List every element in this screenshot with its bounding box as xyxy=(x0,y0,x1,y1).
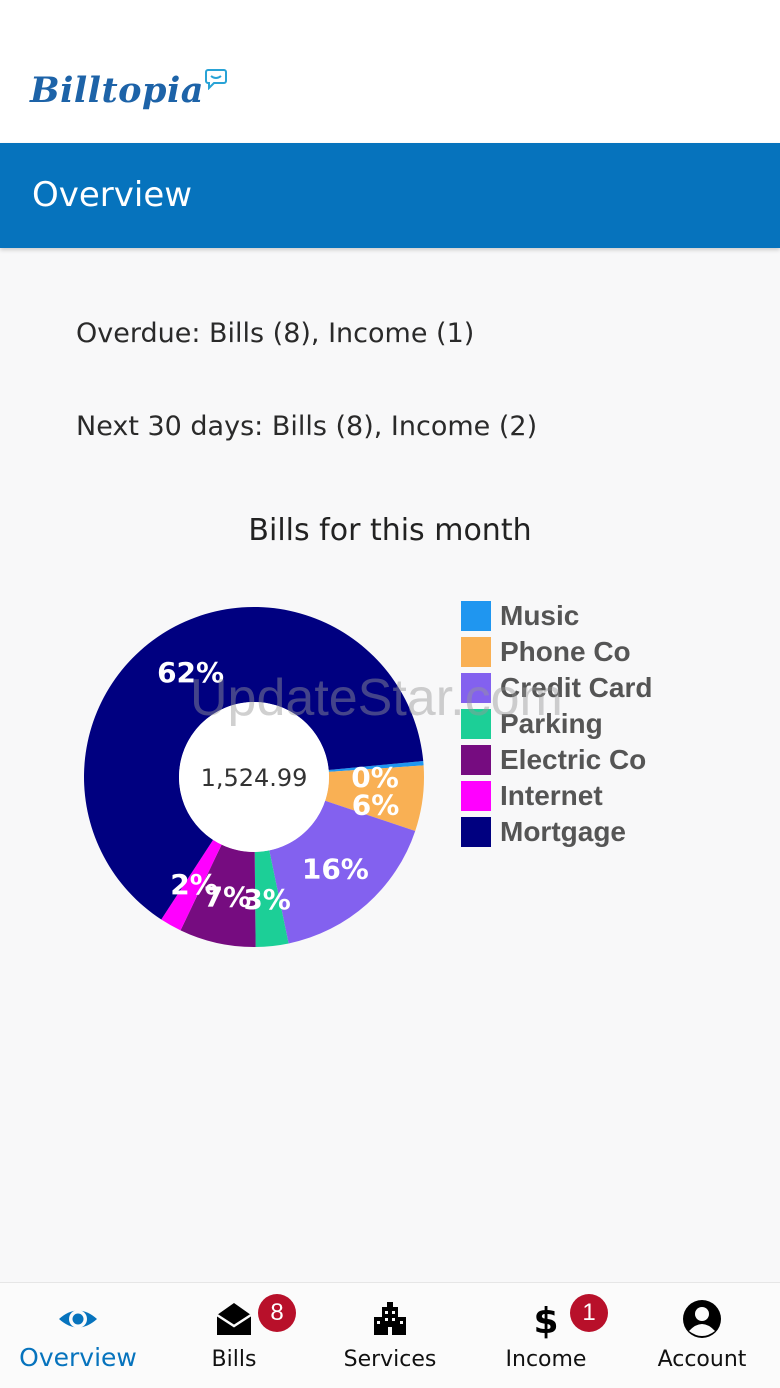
legend-label: Electric Co xyxy=(500,744,647,775)
chart-legend: Music Phone Co Credit Card Parking Electric … xyxy=(461,598,652,850)
nav-services[interactable]: Services xyxy=(312,1283,468,1388)
legend-item[interactable]: Parking xyxy=(461,706,652,742)
legend-label: Parking xyxy=(500,708,603,739)
slice-label: 62% xyxy=(157,656,224,689)
app-logo-text: Billtopia xyxy=(30,70,204,111)
legend-label: Credit Card xyxy=(500,672,653,703)
nav-label: Services xyxy=(343,1347,437,1372)
nav-label: Overview xyxy=(19,1343,137,1372)
nav-bills[interactable]: 8 Bills xyxy=(156,1283,312,1388)
slice-label: 6% xyxy=(352,789,400,822)
legend-swatch xyxy=(461,817,491,847)
legend-swatch xyxy=(461,745,491,775)
bills-donut-chart[interactable]: 1,524.99 0%6%16%3%7%2%62% xyxy=(70,592,440,962)
legend-label: Internet xyxy=(500,780,603,811)
legend-label: Mortgage xyxy=(500,816,626,847)
nav-overview[interactable]: Overview xyxy=(0,1283,156,1388)
page-title: Overview xyxy=(32,175,193,215)
legend-item[interactable]: Phone Co xyxy=(461,634,652,670)
slice-label: 16% xyxy=(302,853,369,886)
nav-label: Income xyxy=(505,1347,587,1372)
overdue-summary[interactable]: Overdue: Bills (8), Income (1) xyxy=(76,316,474,352)
legend-swatch xyxy=(461,601,491,631)
chart-title: Bills for this month xyxy=(248,513,532,548)
legend-swatch xyxy=(461,637,491,667)
eye-icon xyxy=(58,1299,98,1339)
slice-label: 2% xyxy=(170,868,218,901)
legend-item[interactable]: Electric Co xyxy=(461,742,652,778)
bottom-navigation: Overview 8 Bills Services $ 1 Income Acc… xyxy=(0,1282,780,1388)
next-30-days-summary[interactable]: Next 30 days: Bills (8), Income (2) xyxy=(76,409,537,445)
income-badge: 1 xyxy=(570,1294,608,1332)
nav-label: Account xyxy=(657,1347,747,1372)
chat-bubble-icon xyxy=(204,68,227,94)
envelope-open-icon xyxy=(214,1299,254,1339)
legend-swatch xyxy=(461,673,491,703)
legend-item[interactable]: Internet xyxy=(461,778,652,814)
legend-item[interactable]: Credit Card xyxy=(461,670,652,706)
nav-label: Bills xyxy=(211,1347,257,1372)
legend-item[interactable]: Music xyxy=(461,598,652,634)
building-icon xyxy=(370,1299,410,1339)
app-logo: Billtopia xyxy=(30,66,227,116)
bills-badge: 8 xyxy=(258,1294,296,1332)
nav-income[interactable]: $ 1 Income xyxy=(468,1283,624,1388)
user-circle-icon xyxy=(682,1299,722,1339)
dollar-icon: $ xyxy=(526,1299,566,1342)
legend-swatch xyxy=(461,709,491,739)
legend-label: Phone Co xyxy=(500,636,631,667)
page-header: Overview xyxy=(0,143,780,248)
svg-text:$: $ xyxy=(533,1301,558,1339)
legend-swatch xyxy=(461,781,491,811)
top-bar: Billtopia xyxy=(0,0,780,143)
legend-item[interactable]: Mortgage xyxy=(461,814,652,850)
nav-account[interactable]: Account xyxy=(624,1283,780,1388)
legend-label: Music xyxy=(500,600,580,631)
chart-center-total: 1,524.99 xyxy=(201,764,308,792)
